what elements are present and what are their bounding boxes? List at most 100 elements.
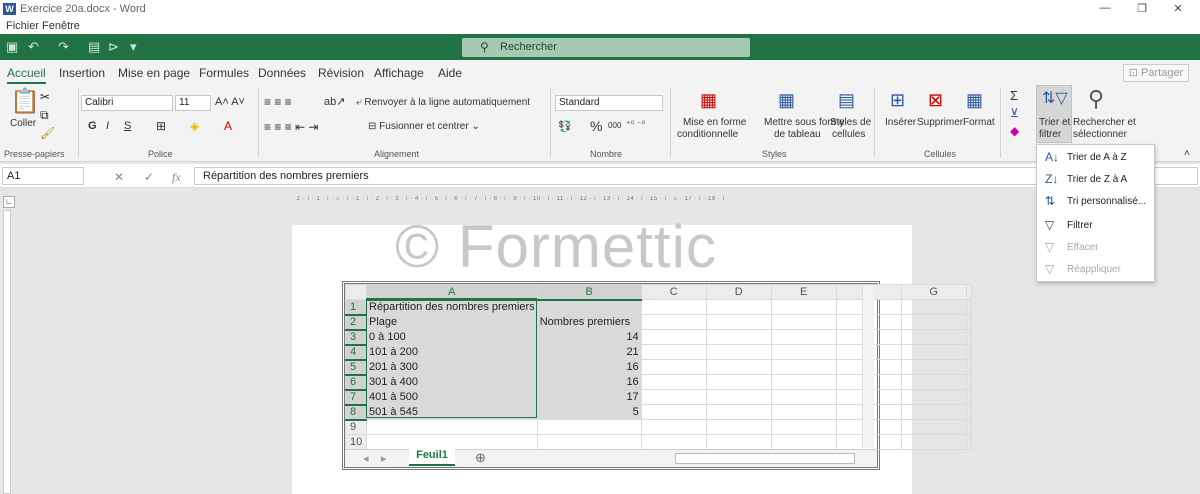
cell[interactable] — [640, 374, 707, 390]
italic-button[interactable]: I — [106, 120, 109, 132]
minimize-button[interactable]: — — [1095, 2, 1115, 14]
paste-label[interactable]: Coller — [10, 118, 36, 129]
cell[interactable] — [770, 404, 837, 420]
horizontal-ruler[interactable]: · 2 · ı · 1 · ı · ⌂ · ı · 1 · ı · 2 · ı … — [292, 196, 912, 206]
cell[interactable]: 16 — [536, 374, 642, 390]
menu-fichier[interactable]: Fichier — [6, 20, 39, 32]
autosum-icon[interactable]: Σ — [1010, 88, 1018, 103]
row-header[interactable]: 3 — [345, 329, 367, 346]
conditional-format-icon[interactable]: ▦ — [700, 90, 717, 111]
enter-icon[interactable]: ✓ — [144, 170, 154, 184]
custom-sort-item[interactable]: ⇅ Tri personnalisé... — [1037, 191, 1154, 213]
conditional-format-label2[interactable]: conditionnelle — [677, 129, 738, 140]
underline-button[interactable]: S — [124, 120, 131, 132]
cell[interactable] — [536, 419, 642, 435]
tab-mise-en-page[interactable]: Mise en page — [118, 66, 190, 80]
cell[interactable] — [770, 359, 837, 375]
find-icon[interactable]: ⚲ — [1088, 86, 1104, 112]
cell[interactable] — [705, 329, 772, 345]
fill-icon[interactable]: ⊻ — [1010, 106, 1019, 120]
tab-accueil[interactable]: Accueil — [7, 66, 46, 84]
row-header[interactable]: 1 — [345, 299, 367, 316]
cell[interactable] — [900, 314, 967, 330]
paste-format-icon[interactable]: ▤ — [88, 39, 100, 55]
cell[interactable] — [900, 419, 967, 435]
cell[interactable] — [900, 434, 967, 450]
cell[interactable]: 16 — [536, 359, 642, 375]
cell[interactable] — [536, 299, 642, 315]
insert-cells-icon[interactable]: ⊞ — [890, 90, 905, 111]
column-header[interactable]: E — [770, 284, 837, 300]
percent-button[interactable]: % — [590, 118, 602, 134]
cell[interactable] — [640, 359, 707, 375]
filter-item[interactable]: ▽ Filtrer — [1037, 215, 1154, 237]
cell[interactable] — [705, 314, 772, 330]
select-all-corner[interactable] — [345, 284, 367, 300]
currency-icon[interactable]: 💱 — [558, 120, 572, 133]
thousands-button[interactable]: 000 — [608, 121, 621, 130]
close-button[interactable]: ✕ — [1168, 2, 1188, 15]
merge-button[interactable]: ⊟ Fusionner et centrer ⌄ — [368, 121, 480, 132]
cell[interactable] — [705, 299, 772, 315]
format-label[interactable]: Format — [963, 117, 995, 128]
cell[interactable]: 21 — [536, 344, 642, 360]
undo-icon[interactable]: ↶ — [28, 39, 39, 55]
tab-revision[interactable]: Révision — [318, 66, 364, 80]
cell[interactable] — [366, 419, 538, 435]
customize-qat-icon[interactable]: ▾ — [130, 39, 137, 55]
cell[interactable] — [640, 434, 707, 450]
save-icon[interactable]: ▣ — [6, 39, 18, 55]
cell[interactable] — [705, 434, 772, 450]
find-select-label[interactable]: Rechercher et — [1073, 117, 1136, 128]
cell[interactable] — [900, 329, 967, 345]
insert-label[interactable]: Insérer — [885, 117, 916, 128]
menu-fenetre[interactable]: Fenêtre — [42, 20, 80, 32]
delete-cells-icon[interactable]: ⊠ — [928, 90, 943, 111]
align-left-icon[interactable]: ≡ ≡ ≡ ⇤ ⇥ — [264, 120, 318, 134]
cell[interactable]: 14 — [536, 329, 642, 345]
tab-selector-icon[interactable]: ∟ — [3, 196, 15, 208]
collapse-ribbon-icon[interactable]: ˄ — [1184, 148, 1190, 159]
paste-icon[interactable]: 📋 — [10, 88, 40, 116]
open-icon[interactable]: ⊳ — [108, 39, 119, 55]
font-grow-icon[interactable]: A˄ A˅ — [215, 96, 245, 108]
cell[interactable] — [705, 404, 772, 420]
cut-icon[interactable]: ✂ — [40, 90, 50, 104]
column-header[interactable]: B — [536, 284, 642, 301]
cell[interactable] — [770, 314, 837, 330]
clear-icon[interactable]: ◆ — [1010, 124, 1019, 138]
tab-insertion[interactable]: Insertion — [59, 66, 105, 80]
tab-aide[interactable]: Aide — [438, 66, 462, 80]
cell[interactable] — [536, 434, 642, 450]
row-header[interactable]: 6 — [345, 374, 367, 391]
redo-icon[interactable]: ↷ — [58, 39, 69, 55]
cell[interactable] — [640, 419, 707, 435]
search-box[interactable]: ⚲ Rechercher — [462, 38, 750, 57]
orientation-icon[interactable]: ab↗ — [324, 95, 345, 108]
cell[interactable] — [705, 374, 772, 390]
cell[interactable] — [770, 434, 837, 450]
number-format-select[interactable]: Standard — [555, 95, 663, 111]
cell[interactable] — [640, 299, 707, 315]
column-header[interactable]: D — [705, 284, 772, 300]
cell[interactable] — [770, 344, 837, 360]
format-painter-icon[interactable]: 🖌 — [40, 126, 55, 140]
row-header[interactable]: 2 — [345, 314, 367, 331]
cell[interactable] — [900, 389, 967, 405]
vertical-scrollbar[interactable] — [862, 285, 874, 448]
cell[interactable] — [900, 359, 967, 375]
bold-button[interactable]: G — [88, 120, 97, 132]
share-button[interactable]: ⊡ Partager — [1123, 64, 1189, 82]
cell[interactable] — [770, 299, 837, 315]
decimal-icon[interactable]: ⁺⁰ ⁻⁰ — [626, 119, 645, 130]
cell[interactable] — [640, 404, 707, 420]
name-box[interactable]: A1 — [2, 167, 84, 185]
cell[interactable] — [705, 344, 772, 360]
row-header[interactable]: 7 — [345, 389, 367, 406]
align-top-icon[interactable]: ≡ ≡ ≡ — [264, 95, 292, 109]
format-table-icon[interactable]: ▦ — [778, 90, 795, 111]
copy-icon[interactable]: ⧉ — [40, 108, 49, 123]
cell[interactable]: 17 — [536, 389, 642, 405]
sheet-nav-prev-icon[interactable]: ◂ — [363, 452, 369, 465]
cell[interactable] — [770, 329, 837, 345]
